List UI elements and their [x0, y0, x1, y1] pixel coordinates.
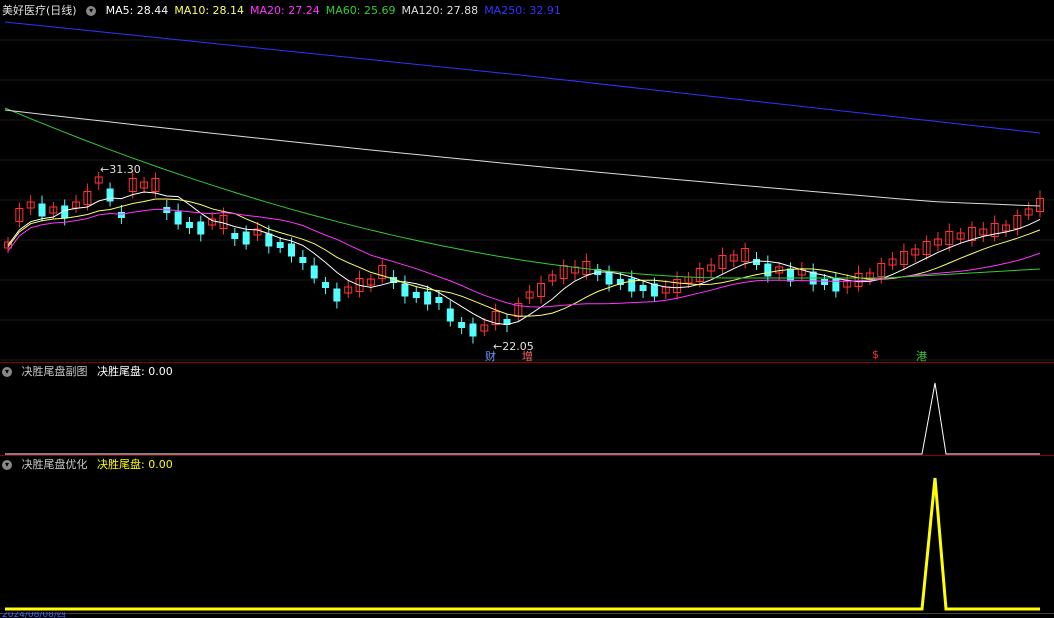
candle-body-down — [764, 263, 772, 277]
ma-label: MA120: 27.88 — [401, 4, 479, 17]
candle-body-down — [265, 233, 273, 247]
high-price-label: ←31.30 — [100, 163, 141, 176]
candle-body-down — [605, 271, 613, 285]
sub1-signal-line — [5, 382, 1040, 455]
candle-body-down — [424, 291, 432, 305]
candle-body-down — [446, 308, 454, 322]
candle-body-down — [435, 297, 443, 303]
ma60-line — [4, 107, 1041, 279]
candle-body-down — [469, 323, 477, 337]
candle-body-down — [185, 222, 193, 228]
candle-body-down — [106, 188, 114, 202]
ma-legend: MA5: 28.44 MA10: 28.14 MA20: 27.24 MA60: 25… — [106, 4, 567, 17]
ma120-line — [4, 109, 1041, 207]
sub2-signal-line — [5, 477, 1040, 611]
candle-body-down — [197, 221, 205, 235]
stock-title: 美好医疗(日线) — [2, 4, 77, 17]
candle-body-down — [231, 233, 239, 239]
candle-body-down — [310, 265, 318, 279]
candle-body-down — [276, 242, 284, 248]
main-header: 美好医疗(日线) ▾ MA5: 28.44 MA10: 28.14 MA20: 27… — [2, 3, 573, 19]
sub-panel-1[interactable]: ▾ 决胜尾盘副图 决胜尾盘: 0.00 — [0, 363, 1054, 455]
main-chart-panel[interactable]: 美好医疗(日线) ▾ MA5: 28.44 MA10: 28.14 MA20: 27… — [0, 0, 1054, 363]
ma-label: MA5: 28.44 — [105, 4, 169, 17]
candle-body-down — [288, 243, 296, 257]
candle-body-down — [242, 231, 250, 245]
candle-body-down — [299, 257, 307, 263]
candle-body-down — [832, 278, 840, 292]
event-marker-dollar[interactable]: $ — [872, 348, 879, 361]
candle-body-down — [322, 282, 330, 288]
candle-body-down — [38, 203, 46, 217]
ma-label: MA10: 28.14 — [174, 4, 245, 17]
sub2-value: 决胜尾盘: 0.00 — [97, 458, 173, 471]
candle-body-down — [412, 292, 420, 298]
candle-body-down — [458, 322, 466, 328]
candle-body-down — [821, 279, 829, 285]
candle-body-down — [117, 212, 125, 218]
ma250-line — [4, 21, 1041, 134]
axis-separator — [0, 613, 1054, 614]
arrow-left-icon: ← — [100, 163, 110, 176]
sub2-header: ▾ 决胜尾盘优化 决胜尾盘: 0.00 — [2, 457, 179, 473]
candle-body-down — [787, 268, 795, 282]
sub-panel-2[interactable]: ▾ 决胜尾盘优化 决胜尾盘: 0.00 — [0, 456, 1054, 614]
sub1-value: 决胜尾盘: 0.00 — [97, 365, 173, 378]
ma-label: MA20: 27.24 — [250, 4, 320, 17]
ma20-line — [7, 208, 1041, 308]
sub2-indicator-name: 决胜尾盘优化 — [21, 458, 88, 471]
high-price-value: 31.30 — [109, 163, 141, 176]
candle-body-down — [401, 283, 409, 297]
candlestick-chart — [0, 21, 1054, 361]
sub1-header: ▾ 决胜尾盘副图 决胜尾盘: 0.00 — [2, 364, 179, 380]
chevron-down-icon[interactable]: ▾ — [86, 6, 97, 16]
sub2-line-chart — [5, 477, 1040, 611]
ma5-line — [7, 191, 1041, 326]
ma10-line — [7, 198, 1041, 317]
ma-label: MA250: 32.91 — [484, 4, 561, 17]
sub1-indicator-name: 决胜尾盘副图 — [21, 365, 88, 378]
candle-body-down — [174, 211, 182, 225]
chevron-down-icon[interactable]: ▾ — [2, 460, 12, 470]
ma-label: MA60: 25.69 — [325, 4, 396, 17]
candle-body-down — [639, 285, 647, 291]
date-axis-label: 2024/08/08/四 — [2, 612, 66, 618]
chevron-down-icon[interactable]: ▾ — [2, 367, 12, 377]
candle-body-down — [333, 288, 341, 302]
